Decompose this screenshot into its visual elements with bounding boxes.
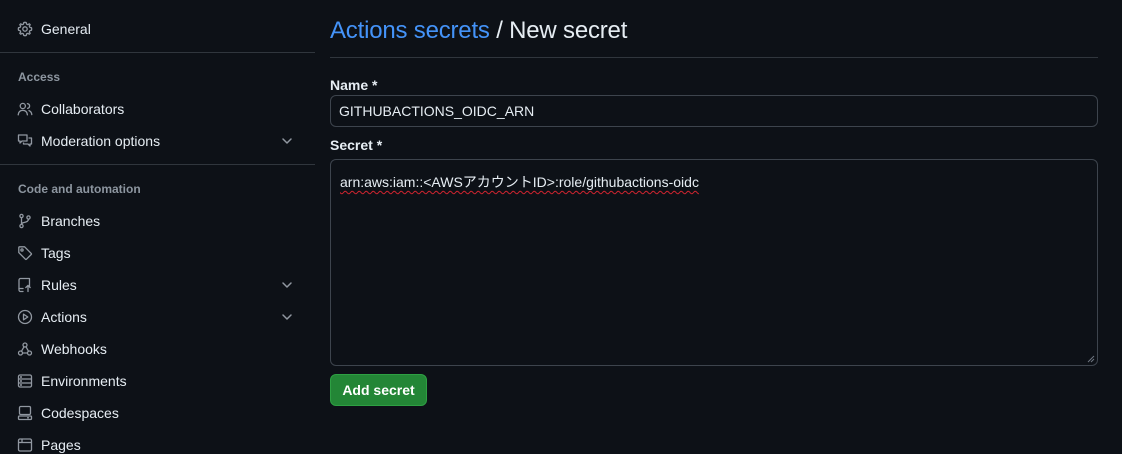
chevron-down-icon[interactable] xyxy=(279,133,295,149)
name-label: Name * xyxy=(330,77,378,93)
sidebar-item-label: Moderation options xyxy=(41,133,161,149)
breadcrumb-actions-secrets-link[interactable]: Actions secrets xyxy=(330,17,490,44)
sidebar-item-label: Codespaces xyxy=(41,405,119,421)
settings-page: General Access Collaborators Moderation … xyxy=(0,0,1122,454)
secret-value-text: arn:aws:iam::<AWSアカウントID>:role/githubact… xyxy=(340,174,699,190)
sidebar-divider xyxy=(0,52,315,53)
gear-icon xyxy=(17,21,33,37)
sidebar-item-label: Environments xyxy=(41,373,127,389)
settings-sidebar: General Access Collaborators Moderation … xyxy=(0,0,315,454)
resize-handle-icon[interactable] xyxy=(1087,355,1095,363)
sidebar-item-label: General xyxy=(41,21,91,37)
tag-icon xyxy=(17,245,33,261)
page-title: Actions secrets / New secret xyxy=(330,17,627,45)
comment-discussion-icon xyxy=(17,133,33,149)
sidebar-item-label: Webhooks xyxy=(41,341,107,357)
add-secret-button[interactable]: Add secret xyxy=(330,374,427,406)
people-icon xyxy=(17,101,33,117)
chevron-down-icon[interactable] xyxy=(279,277,295,293)
secret-label: Secret * xyxy=(330,137,383,153)
secret-name-input[interactable] xyxy=(330,95,1098,127)
breadcrumb-current: New secret xyxy=(509,17,628,44)
sidebar-item-general[interactable]: General xyxy=(10,14,305,44)
play-icon xyxy=(17,309,33,325)
sidebar-item-branches[interactable]: Branches xyxy=(10,206,305,236)
sidebar-item-codespaces[interactable]: Codespaces xyxy=(10,398,305,428)
sidebar-item-label: Actions xyxy=(41,309,87,325)
sidebar-item-environments[interactable]: Environments xyxy=(10,366,305,396)
sidebar-item-label: Pages xyxy=(41,437,81,453)
sidebar-heading-access: Access xyxy=(18,70,61,84)
sidebar-item-label: Branches xyxy=(41,213,101,229)
browser-icon xyxy=(17,437,33,453)
sidebar-divider xyxy=(0,164,315,165)
chevron-down-icon[interactable] xyxy=(279,309,295,325)
sidebar-item-label: Collaborators xyxy=(41,101,125,117)
sidebar-item-collaborators[interactable]: Collaborators xyxy=(10,94,305,124)
sidebar-item-moderation-options[interactable]: Moderation options xyxy=(10,126,305,156)
sidebar-item-label: Rules xyxy=(41,277,77,293)
sidebar-item-webhooks[interactable]: Webhooks xyxy=(10,334,305,364)
git-branch-icon xyxy=(17,213,33,229)
title-divider xyxy=(330,57,1098,58)
sidebar-item-actions[interactable]: Actions xyxy=(10,302,305,332)
sidebar-heading-code-and-automation: Code and automation xyxy=(18,182,141,196)
webhook-icon xyxy=(17,341,33,357)
sidebar-item-tags[interactable]: Tags xyxy=(10,238,305,268)
codespaces-icon xyxy=(17,405,33,421)
secret-value-textarea[interactable]: arn:aws:iam::<AWSアカウントID>:role/githubact… xyxy=(330,159,1098,366)
repo-push-icon xyxy=(17,277,33,293)
sidebar-item-pages[interactable]: Pages xyxy=(10,430,305,454)
server-icon xyxy=(17,373,33,389)
sidebar-item-rules[interactable]: Rules xyxy=(10,270,305,300)
breadcrumb-separator: / xyxy=(489,17,510,44)
sidebar-item-label: Tags xyxy=(41,245,71,261)
